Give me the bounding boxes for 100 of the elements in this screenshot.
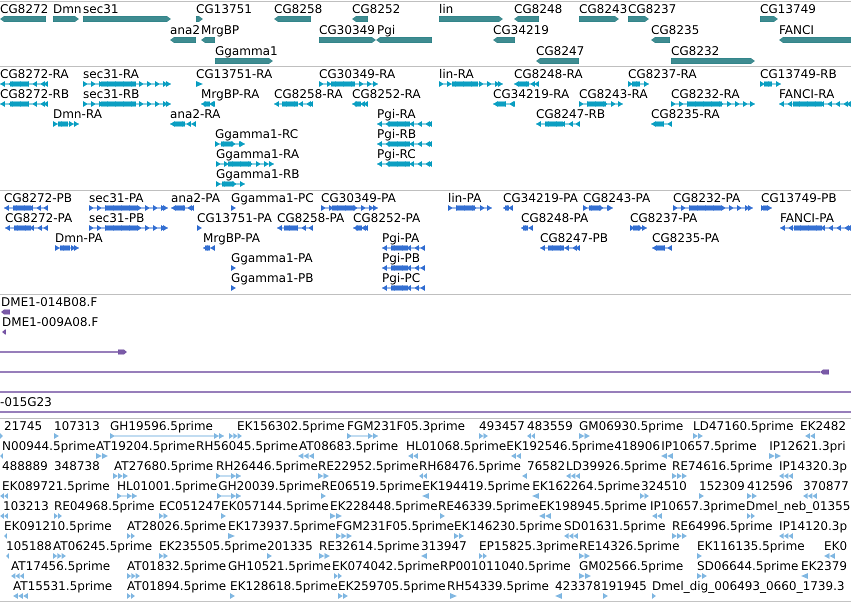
read-name: RH68476.5prime <box>419 459 521 473</box>
read-name: EK192546.5prime <box>506 439 614 453</box>
gene-name: CG8258 <box>274 2 322 16</box>
read-name: RE06519.5prime <box>321 479 422 493</box>
read-name: EC051247 <box>159 499 221 513</box>
transcript-name: CG13751-RA <box>196 67 272 81</box>
read-name: AT06245.5prime <box>53 539 152 553</box>
gene-name: CG8232 <box>671 44 720 58</box>
read-name: 348738 <box>54 459 100 473</box>
read-name: RE32614.5prime <box>319 539 420 553</box>
read-name: EK089721.5prime <box>2 479 110 493</box>
read-name: EK074042.5prime <box>332 559 440 573</box>
transcript-name: CG34219-RA <box>493 87 570 101</box>
read-name: AT28026.5prime <box>127 519 226 533</box>
read-name: IP14320.3p <box>779 459 848 473</box>
protein-name: sec31-PA <box>89 191 144 205</box>
protein-name: Pgi-PB <box>382 251 420 265</box>
read-name: GH10521.5prime <box>228 559 331 573</box>
protein-name: CG30349-PA <box>321 191 396 205</box>
read-name: EK091210.5prime <box>4 519 112 533</box>
transcript-name: CG8258-RA <box>274 87 343 101</box>
read-name: 76582 <box>527 459 566 473</box>
read-name: GM02566.5prime <box>579 559 684 573</box>
read-name: 107313 <box>54 419 100 433</box>
gene-name: MrgBP <box>201 23 240 37</box>
gene-name: CG8248 <box>514 2 562 16</box>
protein-name: CG8243-PA <box>583 191 650 205</box>
protein-name: CG34219-PA <box>503 191 578 205</box>
gene-name: CG34219 <box>493 23 549 37</box>
read-name: Dmel_neb_01355 <box>746 499 850 513</box>
transcript-name: CG8248-RA <box>514 67 583 81</box>
read-name: RE74616.5prime <box>672 459 772 473</box>
read-name: RP001011040.5prime <box>440 559 571 573</box>
transcript-name: CG30349-RA <box>319 67 396 81</box>
transcript-name: FANCI-RA <box>779 87 834 101</box>
read-name: LD39926.5prime <box>566 459 667 473</box>
alignment-name: DME1-014B08.F <box>1 295 98 309</box>
read-name: AT01832.5prime <box>127 559 226 573</box>
alignment-name: DME1-009A08.F <box>2 315 98 329</box>
protein-name: CG8248-PA <box>521 211 588 225</box>
read-name: 412596 <box>746 479 793 493</box>
transcript-name: Pgi-RC <box>377 147 416 161</box>
protein-name: Dmn-PA <box>55 231 103 245</box>
protein-name: CG8235-PA <box>652 231 720 245</box>
transcript-name: CG8237-RA <box>628 67 697 81</box>
read-name: EK259705.5prime <box>338 579 446 593</box>
gene-name: CG30349 <box>319 23 375 37</box>
transcript-name: CG8247-RB <box>536 107 606 121</box>
read-name: EK116135.5prime <box>697 539 805 553</box>
read-name: RE46339.5prime <box>438 499 538 513</box>
read-name: RH54339.5prime <box>447 579 549 593</box>
read-name: AT08683.5prime <box>298 439 398 453</box>
read-name: 191945 <box>601 579 647 593</box>
read-name: SD06644.5prime <box>697 559 798 573</box>
protein-name: Ggamma1-PC <box>231 191 314 205</box>
read-name: FGM231F05.5prime <box>336 519 454 533</box>
transcript-name: sec31-RB <box>83 87 140 101</box>
gene-name: CG8247 <box>536 44 584 58</box>
read-name: 483559 <box>527 419 573 433</box>
read-name: EK198945.5prime <box>539 499 647 513</box>
read-name: HL01001.5prime <box>117 479 218 493</box>
read-name: RE14326.5prime <box>579 539 680 553</box>
gene-name: FANCI <box>779 23 814 37</box>
protein-name: lin-PA <box>448 191 482 205</box>
gene-name: CG8252 <box>352 2 400 16</box>
read-name: EK228448.5prime <box>330 499 438 513</box>
protein-name: Pgi-PC <box>382 271 420 285</box>
read-name: 370877 <box>802 479 849 493</box>
read-name: EK162264.5prime <box>532 479 640 493</box>
read-name: LD47160.5prime <box>693 419 794 433</box>
protein-name: CG13751-PA <box>197 211 272 225</box>
read-name: SD01631.5prime <box>564 519 666 533</box>
read-name: FGM231F05.3prime <box>347 419 466 433</box>
transcript-name: MrgBP-RA <box>201 87 260 101</box>
protein-name: sec31-PB <box>89 211 144 225</box>
read-name: IP14120.3p <box>779 519 848 533</box>
read-name: RE04968.5prime <box>54 499 154 513</box>
read-name: AT19204.5prime <box>96 439 196 453</box>
transcript-name: CG8235-RA <box>651 107 720 121</box>
protein-name: CG13749-PB <box>761 191 837 205</box>
transcript-name: Dmn-RA <box>53 107 102 121</box>
read-name: EK2482 <box>800 419 846 433</box>
transcript-name: ana2-RA <box>170 107 220 121</box>
transcript-name: CG8272-RB <box>0 87 70 101</box>
read-name: 324510 <box>640 479 687 493</box>
gene-name: CG8243 <box>579 2 628 16</box>
protein-name: Ggamma1-PB <box>231 271 314 285</box>
protein-name: ana2-PA <box>171 191 220 205</box>
transcript-name: Pgi-RB <box>377 127 416 141</box>
read-name: EK156302.5prime <box>237 419 345 433</box>
read-name: EK173937.5prime <box>228 519 336 533</box>
read-name: 201335 <box>267 539 313 553</box>
read-name: 152309 <box>698 479 745 493</box>
read-name: RE64996.5prime <box>672 519 773 533</box>
gene-name: CG8272 <box>0 2 48 16</box>
read-name: EK194419.5prime <box>422 479 530 493</box>
transcript-name: CG8252-RA <box>352 87 421 101</box>
read-name: EK235505.5prime <box>159 539 267 553</box>
gene-name: Pgi <box>377 23 396 37</box>
read-name: EP15825.3prime <box>479 539 578 553</box>
